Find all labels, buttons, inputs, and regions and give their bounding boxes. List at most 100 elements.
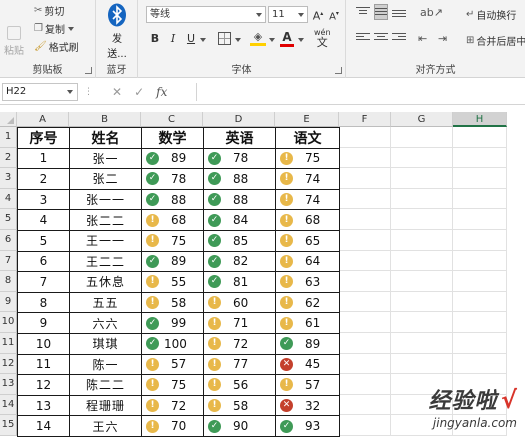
chinese-cell[interactable]: ✕ 32 <box>275 394 340 417</box>
name-cell[interactable]: 张一一 <box>69 188 142 211</box>
seq-cell[interactable]: 8 <box>17 291 70 314</box>
name-cell[interactable]: 王二二 <box>69 250 142 273</box>
row-header-10[interactable]: 10 <box>0 312 17 333</box>
align-bottom-button[interactable] <box>392 5 406 21</box>
increase-indent-button[interactable]: ⇥ <box>438 32 447 45</box>
chinese-cell[interactable]: ! 64 <box>275 250 340 273</box>
name-cell[interactable]: 程珊珊 <box>69 394 142 417</box>
font-launcher-icon[interactable] <box>335 67 342 74</box>
bold-button[interactable]: B <box>148 31 162 47</box>
align-top-button[interactable] <box>356 5 370 21</box>
grow-font-button[interactable]: A▴ <box>311 6 325 23</box>
column-header-c[interactable]: C <box>141 112 203 127</box>
math-cell[interactable]: ✓ 99 <box>141 312 204 334</box>
math-cell[interactable]: ! 72 <box>141 394 204 417</box>
copy-button[interactable]: ❐ 复制 <box>34 21 74 36</box>
row-header-7[interactable]: 7 <box>0 250 17 272</box>
formula-input[interactable] <box>196 83 525 101</box>
column-header-e[interactable]: E <box>275 112 339 127</box>
font-size-select[interactable]: 11 <box>268 6 308 23</box>
seq-cell[interactable]: 13 <box>17 394 70 417</box>
row-header-6[interactable]: 6 <box>0 230 17 251</box>
name-cell[interactable]: 张二 <box>69 168 142 190</box>
paste-button[interactable]: 粘贴 <box>4 26 24 57</box>
chinese-cell[interactable]: ✓ 89 <box>275 333 340 355</box>
orientation-button[interactable]: ab↗ <box>420 6 443 19</box>
name-cell[interactable]: 陈一 <box>69 353 142 376</box>
name-cell[interactable]: 陈二二 <box>69 374 142 396</box>
chinese-cell[interactable]: ! 61 <box>275 312 340 334</box>
english-cell[interactable]: ! 71 <box>203 312 276 334</box>
chinese-cell[interactable]: ✓ 93 <box>275 415 340 437</box>
name-cell[interactable]: 张二二 <box>69 209 142 231</box>
cancel-icon[interactable]: ✕ <box>112 85 122 99</box>
math-cell[interactable]: ! 55 <box>141 271 204 293</box>
seq-cell[interactable]: 7 <box>17 271 70 293</box>
math-cell[interactable]: ✓ 88 <box>141 188 204 211</box>
select-all-corner[interactable] <box>0 112 17 127</box>
row-header-4[interactable]: 4 <box>0 188 17 210</box>
row-header-9[interactable]: 9 <box>0 291 17 313</box>
underline-dropdown-icon[interactable] <box>200 38 206 42</box>
english-cell[interactable]: ! 56 <box>203 374 276 396</box>
column-header-g[interactable]: G <box>391 112 453 127</box>
english-cell[interactable]: ✓ 78 <box>203 147 276 170</box>
name-box[interactable]: H22 <box>2 83 78 101</box>
bluetooth-send-button[interactable]: 发 送... <box>104 3 130 60</box>
english-cell[interactable]: ✓ 88 <box>203 168 276 190</box>
chinese-cell[interactable]: ! 68 <box>275 209 340 231</box>
seq-cell[interactable]: 6 <box>17 250 70 273</box>
fill-color-button[interactable]: ◈ <box>250 30 266 48</box>
seq-cell[interactable]: 9 <box>17 312 70 334</box>
name-cell[interactable]: 王一一 <box>69 230 142 252</box>
row-header-13[interactable]: 13 <box>0 374 17 395</box>
name-cell[interactable]: 五五 <box>69 291 142 314</box>
seq-cell[interactable]: 11 <box>17 353 70 376</box>
header-cell-math[interactable]: 数学 <box>141 127 204 149</box>
header-cell-name[interactable]: 姓名 <box>69 127 142 149</box>
english-cell[interactable]: ✓ 81 <box>203 271 276 293</box>
name-cell[interactable]: 张一 <box>69 147 142 170</box>
chinese-cell[interactable]: ! 62 <box>275 291 340 314</box>
chinese-cell[interactable]: ! 74 <box>275 188 340 211</box>
row-header-15[interactable]: 15 <box>0 415 17 436</box>
underline-button[interactable]: U <box>184 31 198 47</box>
copy-dropdown-icon[interactable] <box>67 26 74 31</box>
pinyin-button[interactable]: wén 文 <box>314 28 331 48</box>
math-cell[interactable]: ! 57 <box>141 353 204 376</box>
font-name-select[interactable]: 等线 <box>146 6 266 23</box>
font-color-dropdown-icon[interactable] <box>298 38 304 42</box>
seq-cell[interactable]: 4 <box>17 209 70 231</box>
wrap-text-button[interactable]: ↵ 自动换行 <box>466 7 516 22</box>
header-cell-chinese[interactable]: 语文 <box>275 127 340 149</box>
seq-cell[interactable]: 5 <box>17 230 70 252</box>
format-painter-button[interactable]: 🖌 格式刷 <box>34 39 79 54</box>
row-header-5[interactable]: 5 <box>0 209 17 230</box>
column-header-f[interactable]: F <box>339 112 391 127</box>
row-header-8[interactable]: 8 <box>0 271 17 292</box>
english-cell[interactable]: ! 72 <box>203 333 276 355</box>
chinese-cell[interactable]: ✕ 45 <box>275 353 340 376</box>
math-cell[interactable]: ! 75 <box>141 230 204 252</box>
column-header-h[interactable]: H <box>453 112 507 127</box>
align-center-button[interactable] <box>374 31 388 47</box>
border-dropdown-icon[interactable] <box>235 38 241 42</box>
math-cell[interactable]: ! 70 <box>141 415 204 437</box>
math-cell[interactable]: ✓ 89 <box>141 250 204 273</box>
font-color-button[interactable]: A <box>280 30 294 48</box>
math-cell[interactable]: ! 68 <box>141 209 204 231</box>
seq-cell[interactable]: 12 <box>17 374 70 396</box>
name-cell[interactable]: 琪琪 <box>69 333 142 355</box>
row-header-12[interactable]: 12 <box>0 353 17 375</box>
formula-bar-dots[interactable]: ⋮ <box>84 87 93 97</box>
merge-center-button[interactable]: ⊞ 合并后居中 <box>466 33 525 48</box>
english-cell[interactable]: ✓ 88 <box>203 188 276 211</box>
align-right-button[interactable] <box>392 31 406 47</box>
column-header-b[interactable]: B <box>69 112 141 127</box>
seq-cell[interactable]: 14 <box>17 415 70 437</box>
math-cell[interactable]: ✓ 78 <box>141 168 204 190</box>
decrease-indent-button[interactable]: ⇤ <box>418 32 427 45</box>
border-button[interactable] <box>218 32 231 45</box>
row-header-2[interactable]: 2 <box>0 147 17 169</box>
fill-dropdown-icon[interactable] <box>269 38 275 42</box>
